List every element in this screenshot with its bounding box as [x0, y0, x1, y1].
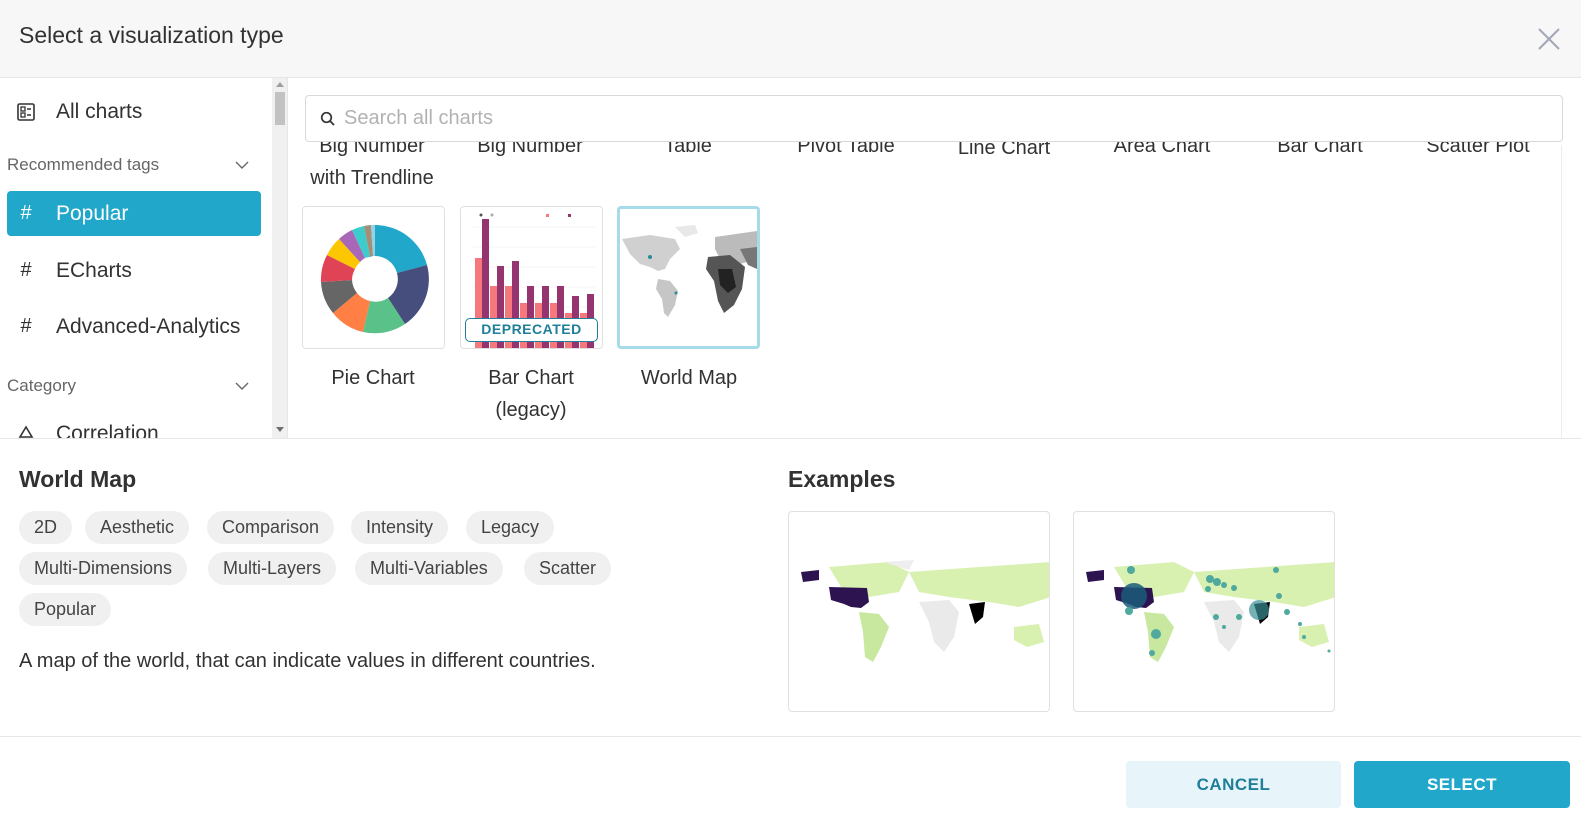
search-icon — [320, 111, 335, 126]
correlation-icon — [16, 424, 36, 439]
chart-list-icon — [16, 102, 36, 122]
chart-label-pie-chart[interactable]: Pie Chart — [298, 362, 448, 394]
scrollbar-thumb[interactable] — [275, 92, 285, 125]
scroll-down-arrow-icon[interactable] — [276, 427, 284, 432]
section-label: Category — [7, 376, 76, 395]
search-input[interactable] — [344, 107, 1524, 130]
tag-chip: Aesthetic — [85, 511, 190, 544]
tag-chip: Scatter — [524, 552, 612, 585]
footer-divider — [0, 736, 1581, 737]
tag-chip: Multi-Layers — [208, 552, 337, 585]
hash-icon: # — [20, 259, 32, 281]
category-section[interactable]: Category — [7, 376, 261, 396]
tag-chip: 2D — [19, 511, 73, 544]
sidebar: All charts Recommended tags # Popular # … — [0, 78, 272, 438]
sidebar-item-label: ECharts — [56, 258, 132, 282]
example-image-1[interactable] — [788, 511, 1050, 712]
sidebar-item-correlation[interactable]: Correlation — [7, 411, 261, 438]
modal-header: Select a visualization type — [0, 0, 1581, 78]
chart-label-bar-chart-legacy[interactable]: Bar Chart (legacy) — [456, 362, 606, 426]
tag-chip: Intensity — [351, 511, 449, 544]
chart-thumbnail-pie-chart[interactable] — [302, 206, 445, 349]
sidebar-item-label: Advanced-Analytics — [56, 314, 241, 338]
sidebar-item-label: Popular — [56, 201, 129, 225]
selected-chart-title: World Map — [19, 466, 137, 492]
chevron-down-icon — [235, 161, 249, 169]
sidebar-scrollbar[interactable] — [272, 78, 288, 438]
deprecated-badge: DEPRECATED — [465, 318, 598, 342]
sidebar-item-advanced-analytics[interactable]: # Advanced-Analytics — [7, 304, 261, 349]
world-map-thumbnail-icon — [622, 225, 757, 317]
search-box[interactable] — [305, 95, 1563, 142]
chart-thumbnail-world-map[interactable] — [617, 206, 760, 349]
sidebar-item-label: All charts — [56, 99, 143, 123]
visualization-type-modal: Select a visualization type All charts R… — [0, 0, 1581, 834]
tag-chip: Multi-Variables — [355, 552, 503, 585]
tag-chip: Popular — [19, 593, 112, 626]
cancel-button[interactable]: CANCEL — [1126, 761, 1341, 808]
section-label: Recommended tags — [7, 155, 160, 174]
chart-description: A map of the world, that can indicate va… — [19, 650, 596, 672]
sidebar-item-label: Correlation — [56, 421, 159, 439]
chevron-down-icon — [235, 382, 249, 390]
pie-chart-thumbnail-icon — [320, 224, 429, 334]
chart-thumbnail-bar-chart-legacy[interactable]: DEPRECATED — [460, 206, 603, 349]
sidebar-item-popular[interactable]: # Popular — [7, 191, 261, 236]
tag-chip: Comparison — [207, 511, 335, 544]
hash-icon: # — [20, 315, 32, 337]
examples-title: Examples — [788, 466, 896, 492]
hash-icon: # — [20, 202, 32, 224]
sidebar-item-all-charts[interactable]: All charts — [7, 89, 261, 134]
example-image-2[interactable] — [1073, 511, 1335, 712]
sidebar-item-echarts[interactable]: # ECharts — [7, 248, 261, 293]
close-icon[interactable] — [1536, 26, 1562, 52]
tag-chip: Multi-Dimensions — [19, 552, 188, 585]
tag-chip: Legacy — [466, 511, 555, 544]
select-button[interactable]: SELECT — [1354, 761, 1570, 808]
chart-gallery: Big Number with Trendline Big Number Tab… — [288, 78, 1581, 438]
recommended-tags-section[interactable]: Recommended tags — [7, 155, 261, 175]
modal-title: Select a visualization type — [19, 22, 284, 48]
divider — [0, 438, 1581, 439]
scroll-up-arrow-icon[interactable] — [276, 82, 284, 87]
world-map-example-icon — [801, 560, 1049, 662]
chart-label-world-map[interactable]: World Map — [614, 362, 764, 394]
gallery-scrollbar[interactable] — [1561, 145, 1581, 438]
world-map-bubble-example-icon — [1086, 562, 1334, 662]
